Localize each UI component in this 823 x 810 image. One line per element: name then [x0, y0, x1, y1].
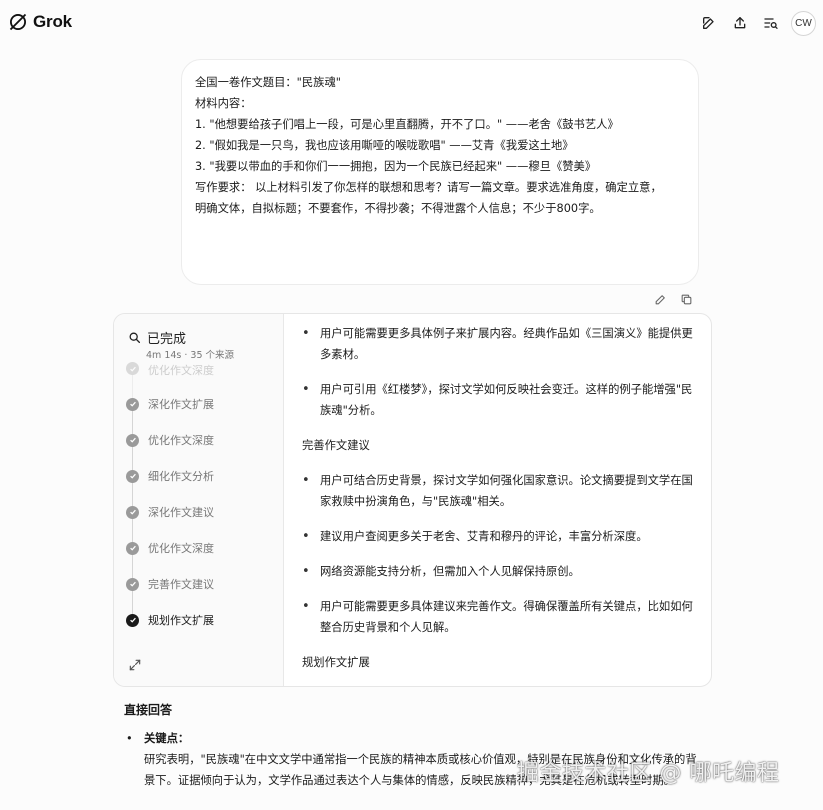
user-message-line: 写作要求： 以上材料引发了你怎样的联想和思考？请写一篇文章。要求选准角度，确定立…: [195, 181, 662, 194]
user-message-line: 全国一卷作文题目："民族魂": [195, 76, 341, 89]
thinking-step[interactable]: 优化作文深度: [126, 530, 276, 578]
thinking-step-label: 完善作文建议: [148, 578, 214, 591]
thinking-step[interactable]: 深化作文扩展: [126, 386, 276, 434]
watermark: 掘金技术社区 @ 哪吒编程: [517, 761, 780, 786]
thinking-bullet: 用户可能需要更多具体建议来完善作文。得确保覆盖所有关键点，比如如何整合历史背景和…: [302, 596, 693, 638]
list-search-icon: [764, 18, 778, 29]
thinking-step-label: 规划作文扩展: [148, 614, 214, 627]
thinking-bullet: 网络资源能支持分析，但需加入个人见解保持原创。: [302, 561, 693, 582]
thinking-list: 用户可结合历史背景，探讨文学如何强化国家意识。论文摘要提到文学在国家救赎中扮演角…: [302, 470, 693, 638]
thinking-step[interactable]: 优化作文深度: [126, 362, 276, 399]
thinking-section-heading: 规划作文扩展: [302, 656, 370, 669]
edit-icon: [703, 17, 714, 29]
step-connector: [132, 410, 133, 434]
thinking-section-heading: 完善作文建议: [302, 439, 370, 452]
thinking-bullet: 用户可能需要更多具体例子来扩展内容。经典作品如《三国演义》能提供更多素材。: [302, 323, 693, 365]
user-message-bubble: 全国一卷作文题目："民族魂" 材料内容： 1. "他想要给孩子们唱上一段，可是心…: [181, 59, 699, 285]
thinking-steps-sidebar: 已完成 4m 14s · 35 个来源 优化作文深度 深化作文扩展 优化作文深度: [114, 314, 284, 686]
step-connector: [132, 518, 133, 542]
grok-logo[interactable]: Grok: [8, 12, 72, 32]
answer-heading: 直接回答: [124, 703, 173, 717]
thinking-step-label: 优化作文深度: [148, 364, 214, 377]
search-icon: [129, 332, 141, 344]
thinking-bullet: 用户可结合历史背景，探讨文学如何强化国家意识。论文摘要提到文学在国家救赎中扮演角…: [302, 470, 693, 512]
thinking-content: 用户可能需要更多具体例子来扩展内容。经典作品如《三国演义》能提供更多素材。 用户…: [284, 314, 711, 686]
share-button[interactable]: [729, 12, 751, 34]
thinking-step-label: 深化作文扩展: [148, 398, 214, 411]
thinking-status-toggle[interactable]: 已完成: [128, 328, 186, 347]
edit-message-button[interactable]: [654, 293, 668, 307]
key-points-label: 关键点：: [144, 732, 190, 745]
grok-logo-icon: [9, 13, 27, 31]
history-search-button[interactable]: [760, 12, 782, 34]
thinking-list: 用户可能需要更多具体例子来扩展内容。经典作品如《三国演义》能提供更多素材。 用户…: [302, 323, 693, 421]
user-message-line: 3. "我要以带血的手和你们一一拥抱，因为一个民族已经起来" ——穆旦《赞美》: [195, 160, 597, 173]
step-connector: [132, 554, 133, 578]
user-message-line: 明确文体，自拟标题；不要套作，不得抄袭；不得泄露个人信息；不少于800字。: [195, 202, 601, 215]
step-connector: [132, 482, 133, 506]
check-icon: [126, 577, 139, 591]
step-connector: [132, 446, 133, 470]
check-icon: [126, 505, 139, 519]
user-message-line: 材料内容：: [195, 97, 252, 110]
message-actions: [654, 293, 694, 307]
user-message-line: 1. "他想要给孩子们唱上一段，可是心里直翻腾，开不了口。" ——老舍《鼓书艺人…: [195, 118, 619, 131]
thinking-panel: 已完成 4m 14s · 35 个来源 优化作文深度 深化作文扩展 优化作文深度: [113, 313, 712, 687]
thinking-steps-list: 优化作文深度 深化作文扩展 优化作文深度 细化作文分析 深化作文建议 优化作文深…: [126, 362, 276, 638]
check-icon: [126, 362, 139, 375]
check-icon: [126, 613, 139, 627]
check-icon: [126, 469, 139, 483]
thinking-step-label: 深化作文建议: [148, 506, 214, 519]
copy-icon: [681, 294, 692, 305]
upload-icon: [734, 17, 746, 29]
user-avatar[interactable]: CW: [791, 11, 816, 36]
thinking-step[interactable]: 深化作文建议: [126, 494, 276, 542]
thinking-step[interactable]: 优化作文深度: [126, 422, 276, 470]
thinking-step-label: 优化作文深度: [148, 542, 214, 555]
new-chat-button[interactable]: [698, 12, 720, 34]
step-connector: [132, 590, 133, 614]
thinking-step[interactable]: 细化作文分析: [126, 458, 276, 506]
thinking-bullet: 建议用户查阅更多关于老舍、艾青和穆丹的评论，丰富分析深度。: [302, 526, 693, 547]
thinking-status: 已完成: [147, 332, 187, 347]
thinking-step-label: 细化作文分析: [148, 470, 214, 483]
expand-icon[interactable]: [128, 658, 142, 672]
pencil-icon: [655, 295, 665, 305]
app-name: Grok: [33, 12, 72, 31]
user-message-line: 2. "假如我是一只鸟，我也应该用嘶哑的喉咙歌唱" ——艾青《我爱这土地》: [195, 139, 574, 152]
thinking-meta: 4m 14s · 35 个来源: [146, 350, 235, 361]
thinking-step[interactable]: 完善作文建议: [126, 566, 276, 614]
check-icon: [126, 397, 139, 411]
top-bar: Grok CW: [0, 0, 823, 46]
check-icon: [126, 541, 139, 555]
check-icon: [126, 433, 139, 447]
thinking-step-label: 优化作文深度: [148, 434, 214, 447]
thinking-bullet: 用户可引用《红楼梦》，探讨文学如何反映社会变迁。这样的例子能增强"民族魂"分析。: [302, 379, 693, 421]
thinking-step-active[interactable]: 规划作文扩展: [126, 602, 276, 638]
copy-message-button[interactable]: [680, 293, 694, 307]
